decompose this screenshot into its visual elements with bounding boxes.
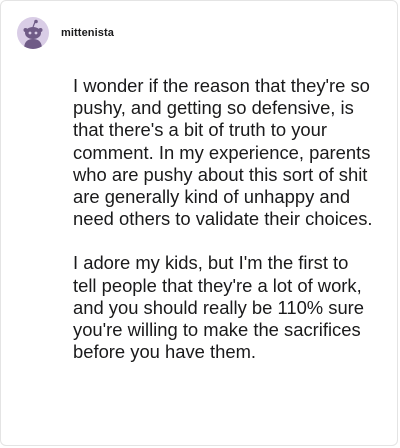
avatar[interactable] (17, 17, 49, 49)
comment-body: I wonder if the reason that they're so p… (73, 75, 373, 363)
reddit-snoo-avatar-icon (23, 19, 43, 49)
comment-card: mittenista I wonder if the reason that t… (0, 0, 398, 446)
username[interactable]: mittenista (61, 27, 114, 39)
comment-paragraph: I adore my kids, but I'm the first to te… (73, 252, 365, 363)
comment-header: mittenista (17, 17, 114, 49)
comment-paragraph: I wonder if the reason that they're so p… (73, 75, 373, 230)
